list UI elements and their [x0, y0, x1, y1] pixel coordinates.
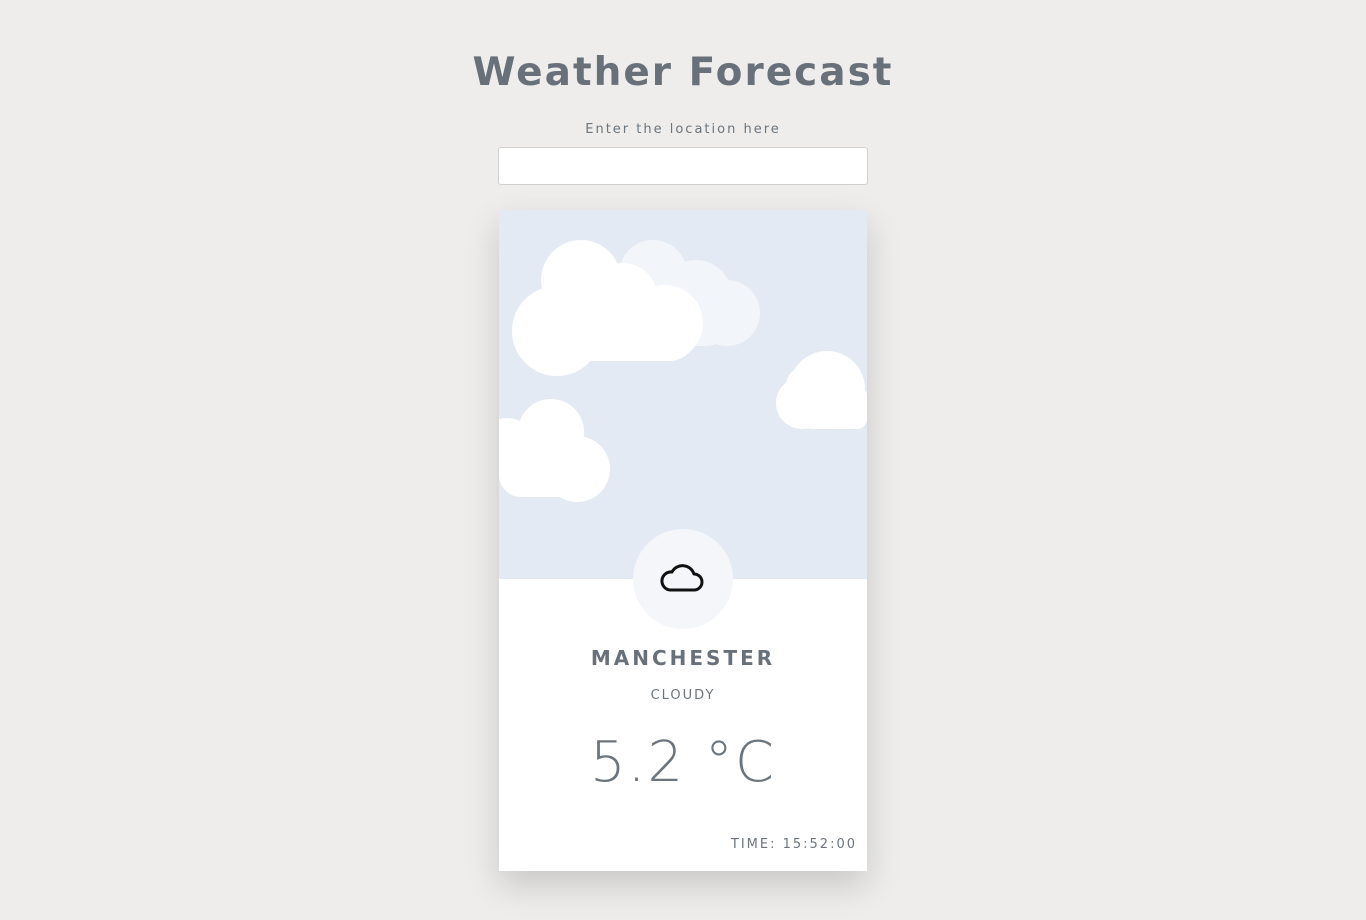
page-title: Weather Forecast	[472, 50, 894, 95]
time-label: TIME: 15:52:00	[730, 837, 857, 852]
left-cloud	[499, 399, 610, 502]
location-input[interactable]	[498, 147, 868, 185]
temperature: 5.2 °C	[590, 730, 776, 795]
city-name: MANCHESTER	[590, 646, 776, 670]
page: Weather Forecast Enter the location here	[0, 0, 1366, 920]
weather-card: MANCHESTER CLOUDY 5.2 °C TIME: 15:52:00	[499, 210, 867, 871]
weather-condition: CLOUDY	[650, 688, 716, 703]
location-label: Enter the location here	[585, 122, 781, 137]
cloud-icon	[660, 558, 706, 600]
weather-icon-circle	[633, 529, 733, 629]
right-cloud	[776, 351, 867, 429]
sky-background	[499, 210, 867, 579]
clouds-illustration	[499, 240, 867, 502]
